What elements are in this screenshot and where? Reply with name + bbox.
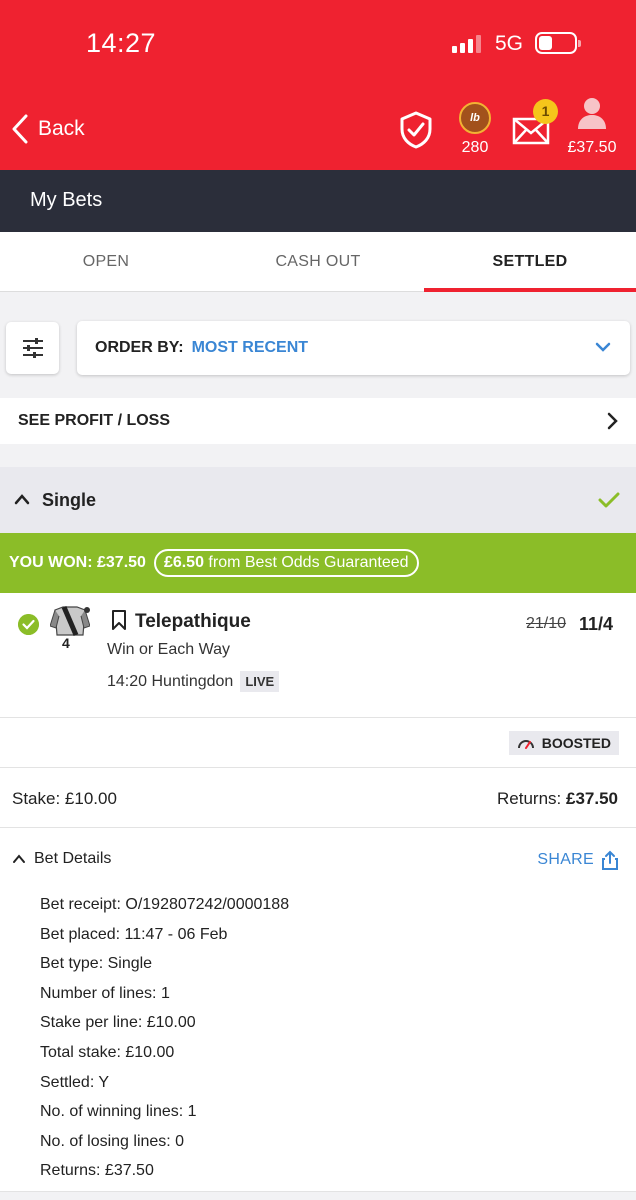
- profit-loss-link[interactable]: SEE PROFIT / LOSS: [0, 398, 636, 444]
- tab-settled[interactable]: SETTLED: [424, 232, 636, 292]
- chevron-down-icon: [595, 342, 611, 352]
- race-time-course: 14:20 Huntingdon: [107, 672, 234, 690]
- detail-line: Total stake: £10.00: [40, 1043, 175, 1061]
- share-label: SHARE: [537, 851, 594, 868]
- detail-line: Number of lines: 1: [40, 984, 170, 1002]
- share-button[interactable]: SHARE: [537, 850, 618, 870]
- bet-selection: 4 Telepathique Win or Each Way 14:20 Hun…: [0, 593, 636, 718]
- sliders-icon: [22, 338, 43, 358]
- returns-amount: Returns: £37.50: [497, 789, 618, 809]
- bet-details-label: Bet Details: [34, 850, 112, 867]
- race-info: 14:20 Huntingdon LIVE: [107, 671, 280, 692]
- boost-row: BOOSTED: [0, 718, 636, 768]
- chevron-left-icon: [12, 114, 28, 144]
- profit-loss-label: SEE PROFIT / LOSS: [18, 412, 171, 429]
- order-by-label: ORDER BY:: [95, 339, 184, 356]
- won-banner: YOU WON: £37.50 £6.50 from Best Odds Gua…: [0, 533, 636, 593]
- original-odds: 21/10: [526, 615, 567, 632]
- app-header: 14:27 5G Back lb 280 1 £37.50: [0, 0, 636, 170]
- cloth-number: 4: [62, 635, 70, 651]
- bet-details-toggle[interactable]: Bet Details: [12, 850, 111, 868]
- page-title: My Bets: [0, 170, 636, 232]
- detail-line: Bet receipt: O/192807242/0000188: [40, 896, 290, 913]
- bet-details-panel: Bet Details SHARE Bet receipt: O/1928072…: [0, 828, 636, 1192]
- market-name: Win or Each Way: [107, 641, 230, 658]
- bog-text: from Best Odds Guaranteed: [203, 554, 409, 571]
- stake-returns-row: Stake: £10.00 Returns: £37.50: [0, 768, 636, 828]
- back-label: Back: [38, 117, 85, 140]
- won-amount: YOU WON: £37.50: [9, 554, 146, 571]
- status-time: 14:27: [86, 28, 157, 58]
- account-button[interactable]: £37.50: [566, 96, 618, 157]
- bookmark-icon[interactable]: [110, 610, 128, 630]
- bet-tabs: OPEN CASH OUT SETTLED: [0, 232, 636, 292]
- boosted-label: BOOSTED: [541, 735, 611, 751]
- detail-line: Settled: Y: [40, 1073, 110, 1091]
- order-by-dropdown[interactable]: ORDER BY: MOST RECENT: [77, 321, 630, 375]
- chevron-up-icon: [13, 854, 25, 863]
- bog-amount: £6.50: [163, 554, 204, 571]
- tab-open[interactable]: OPEN: [0, 232, 212, 291]
- order-by-value: MOST RECENT: [191, 339, 309, 356]
- live-badge: LIVE: [240, 671, 280, 692]
- signal-icon: [452, 33, 481, 53]
- returns-value: £37.50: [566, 789, 618, 808]
- shield-check-icon[interactable]: [398, 110, 434, 150]
- bet-type-header[interactable]: Single: [0, 467, 636, 533]
- chevron-right-icon: [607, 412, 618, 430]
- boosted-odds: 11/4: [579, 614, 614, 634]
- horse-name[interactable]: Telepathique: [135, 611, 251, 633]
- returns-label: Returns:: [497, 789, 566, 808]
- loyalty-points: 280: [461, 139, 489, 156]
- network-type: 5G: [495, 32, 524, 55]
- share-icon: [602, 850, 618, 870]
- bog-pill: £6.50 from Best Odds Guaranteed: [153, 549, 419, 577]
- check-icon: [598, 492, 620, 508]
- detail-line: No. of losing lines: 0: [40, 1132, 185, 1150]
- detail-line: No. of winning lines: 1: [40, 1103, 197, 1121]
- account-balance: £37.50: [567, 139, 617, 156]
- filter-button[interactable]: [6, 322, 59, 374]
- detail-line: Stake per line: £10.00: [40, 1014, 196, 1032]
- jockey-silk-icon: [50, 606, 90, 636]
- bet-details-list: Bet receipt: O/192807242/0000188 Bet pla…: [40, 890, 289, 1186]
- detail-line: Bet placed: 11:47 - 06 Feb: [40, 925, 228, 943]
- detail-line: Returns: £37.50: [40, 1162, 154, 1180]
- chevron-up-icon: [14, 494, 30, 505]
- stake-amount: Stake: £10.00: [12, 789, 117, 808]
- boosted-badge: BOOSTED: [508, 731, 619, 755]
- check-circle-icon: [18, 614, 39, 635]
- loyalty-coin-icon: lb: [459, 102, 491, 134]
- speedometer-icon: [517, 740, 534, 749]
- detail-line: Bet type: Single: [40, 955, 153, 973]
- battery-icon: [535, 32, 581, 54]
- bet-type-label: Single: [42, 490, 97, 510]
- account-icon: [578, 98, 606, 129]
- back-button[interactable]: Back: [10, 113, 85, 145]
- tab-cash-out[interactable]: CASH OUT: [212, 232, 424, 291]
- loyalty-points-button[interactable]: lb 280: [456, 102, 494, 157]
- mail-badge: 1: [533, 99, 558, 124]
